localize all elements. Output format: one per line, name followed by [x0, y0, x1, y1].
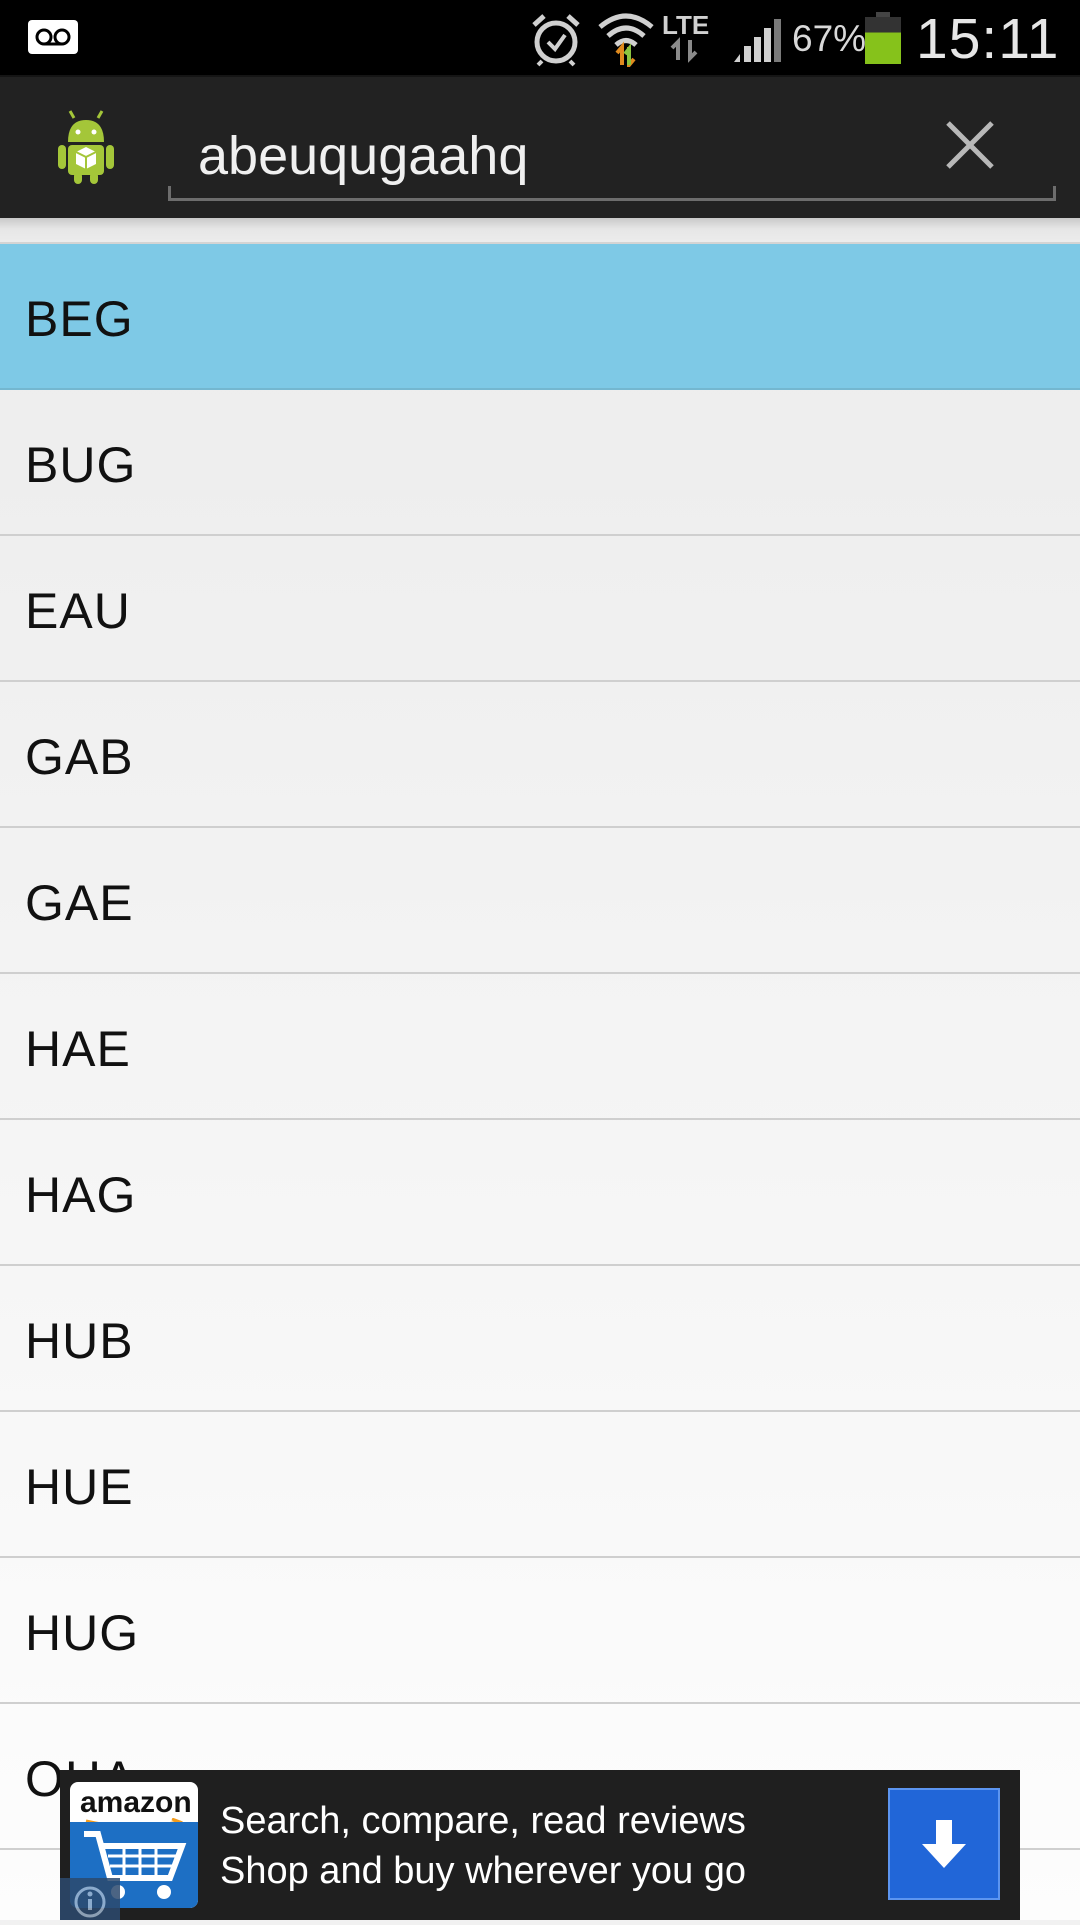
- list-item-selected[interactable]: BEG: [0, 244, 1080, 390]
- search-query-text: abeuqugaahq: [198, 126, 529, 186]
- download-button[interactable]: [888, 1788, 1000, 1900]
- wifi-icon: [596, 9, 656, 71]
- voicemail-icon: [28, 20, 78, 54]
- list-item[interactable]: HAG: [0, 1120, 1080, 1266]
- list-item[interactable]: HAE: [0, 974, 1080, 1120]
- list-item[interactable]: HUE: [0, 1412, 1080, 1558]
- info-icon[interactable]: [60, 1878, 120, 1920]
- ad-banner[interactable]: amazon Search, compare, read reviews Sho…: [60, 1770, 1020, 1920]
- list-item-label: BEG: [25, 291, 134, 347]
- list-item[interactable]: HUB: [0, 1266, 1080, 1412]
- search-action-bar: abeuqugaahq: [0, 75, 1080, 218]
- list-item-label: GAB: [25, 729, 134, 785]
- lte-icon: LTE: [660, 8, 718, 66]
- alarm-icon: [528, 11, 584, 67]
- word-list[interactable]: BEGBUGEAUGABGAEHAEHAGHUBHUEHUGOHA: [0, 244, 1080, 1920]
- download-arrow-icon: [922, 1820, 966, 1868]
- signal-icon: [732, 18, 784, 64]
- list-item-label: GAE: [25, 875, 134, 931]
- svg-text:LTE: LTE: [662, 10, 709, 40]
- clock: 15:11: [916, 7, 1060, 71]
- amazon-logo-text: amazon: [80, 1786, 192, 1819]
- list-item-label: BUG: [25, 437, 137, 493]
- close-icon[interactable]: [940, 115, 1000, 175]
- android-app-icon[interactable]: [46, 106, 126, 186]
- list-item-label: HUE: [25, 1459, 134, 1515]
- list-item-label: HAG: [25, 1167, 137, 1223]
- list-item[interactable]: BUG: [0, 390, 1080, 536]
- list-item[interactable]: HUG: [0, 1558, 1080, 1704]
- battery-percent: 67%: [792, 18, 867, 59]
- list-item-label: EAU: [25, 583, 131, 639]
- list-item-label: HUG: [25, 1605, 140, 1661]
- list-item[interactable]: EAU: [0, 536, 1080, 682]
- battery-icon: [864, 12, 902, 64]
- list-top-shadow: [0, 218, 1080, 244]
- ad-text: Search, compare, read reviews Shop and b…: [220, 1800, 747, 1892]
- status-bar: LTE 67% 15:11: [0, 0, 1080, 75]
- list-item-label: HUB: [25, 1313, 134, 1369]
- list-item[interactable]: GAE: [0, 828, 1080, 974]
- list-item[interactable]: GAB: [0, 682, 1080, 828]
- list-item-label: HAE: [25, 1021, 131, 1077]
- search-input[interactable]: abeuqugaahq: [168, 91, 1056, 201]
